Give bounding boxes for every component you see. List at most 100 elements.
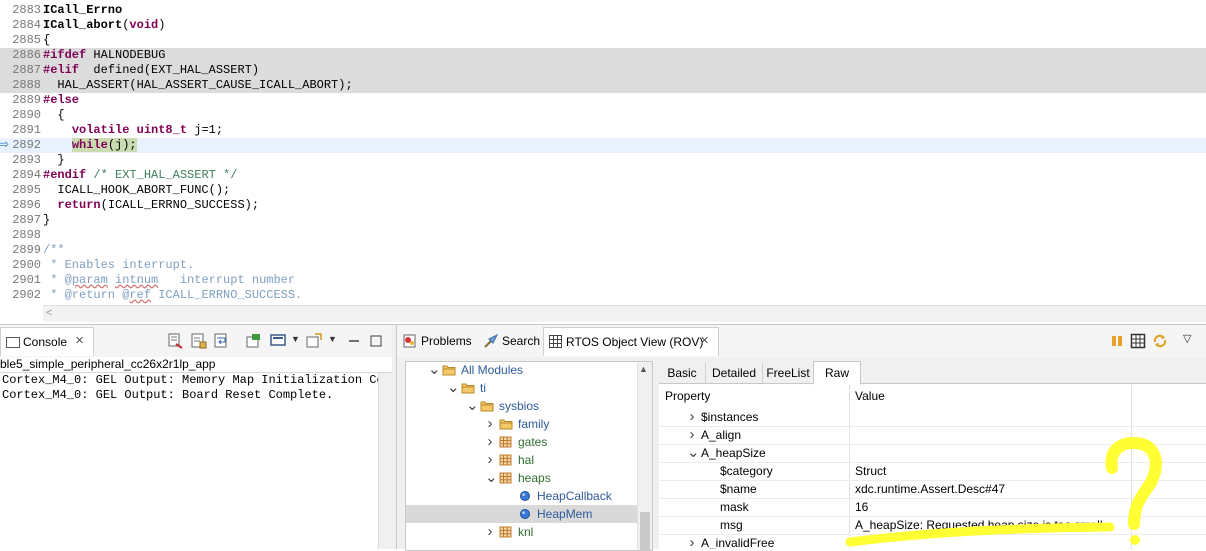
properties-table[interactable]: Property Value › $instances › A_align ⌄ A_hea… [659, 385, 1206, 549]
pause-refresh-icon[interactable] [1109, 333, 1125, 349]
clear-console-icon[interactable] [168, 333, 184, 349]
code-line[interactable]: 2901 * @param intnum interrupt number [0, 273, 1206, 288]
console-output[interactable]: Cortex_M4_0: GEL Output: Memory Map Init… [0, 373, 378, 549]
property-row[interactable]: › A_align [659, 426, 1206, 445]
code-token: uint8_t [136, 123, 188, 137]
tree-item[interactable]: ⌄ sysbios [406, 397, 638, 415]
tab-basic[interactable]: Basic [659, 363, 706, 383]
tree-item[interactable]: › knl [406, 523, 638, 541]
code-line[interactable]: 2889 #else [0, 93, 1206, 108]
code-text: #ifdef HALNODEBUG [43, 48, 165, 63]
rov-table-icon[interactable] [1130, 333, 1146, 349]
view-menu-icon[interactable]: ▽ [1183, 332, 1191, 345]
chevron-right-icon[interactable]: › [687, 426, 697, 444]
minimize-icon[interactable] [346, 333, 362, 349]
property-row[interactable]: $category Struct [659, 462, 1206, 481]
close-icon[interactable]: ✕ [700, 334, 709, 347]
code-token: { [43, 108, 65, 122]
code-line[interactable]: 2894 #endif /* EXT_HAL_ASSERT */ [0, 168, 1206, 183]
property-row[interactable]: › A_invalidFree [659, 534, 1206, 549]
code-line[interactable]: 2896 return(ICALL_ERRNO_SUCCESS); [0, 198, 1206, 213]
pin-console-icon[interactable] [246, 333, 262, 349]
chevron-down-icon[interactable]: ⌄ [687, 444, 700, 462]
property-value: Struct [855, 464, 887, 478]
chevron-down-icon[interactable]: ⌄ [428, 362, 441, 379]
console-vertical-scrollbar[interactable] [378, 373, 393, 549]
code-line[interactable]: 2891 volatile uint8_t j=1; [0, 123, 1206, 138]
refresh-icon[interactable] [1152, 333, 1168, 349]
code-token: HAL_ASSERT(HAL_ASSERT_CAUSE_ICALL_ABORT)… [43, 78, 353, 92]
chevron-down-icon[interactable]: ⌄ [485, 469, 498, 487]
tab-detailed[interactable]: Detailed [706, 363, 763, 383]
chevron-right-icon[interactable]: › [687, 408, 697, 426]
tree-scroll-thumb[interactable] [640, 512, 650, 550]
chevron-right-icon[interactable]: › [687, 534, 697, 549]
module-tree[interactable]: ⌄ All Modules ⌄ ti ⌄ sysbios › family › gates › hal… [405, 361, 653, 551]
chevron-right-icon[interactable]: › [485, 451, 495, 469]
chevron-right-icon[interactable]: › [485, 433, 495, 451]
chevron-down-icon[interactable]: ⌄ [447, 379, 460, 397]
tree-item[interactable]: HeapMem [406, 505, 638, 523]
property-row[interactable]: › $instances [659, 408, 1206, 427]
property-row[interactable]: msg A_heapSize: Requested heap size is to… [659, 516, 1206, 535]
code-line[interactable]: 2886 #ifdef HALNODEBUG [0, 48, 1206, 63]
code-line[interactable]: 2892 while(j); [0, 138, 1206, 153]
tree-item[interactable]: › gates [406, 433, 638, 451]
code-line[interactable]: 2897} [0, 213, 1206, 228]
code-token: ) [158, 18, 166, 32]
open-console-icon[interactable] [306, 333, 322, 349]
code-line[interactable]: 2898 [0, 228, 1206, 243]
word-wrap-icon[interactable] [214, 333, 230, 349]
code-editor[interactable]: 2883 ICall_Errno 2884 ICall_abort(void) 2885… [0, 0, 1206, 322]
scroll-left-icon[interactable]: < [46, 307, 52, 319]
tree-item[interactable]: HeapCallback [406, 487, 638, 505]
code-line[interactable]: 2893 } [0, 153, 1206, 168]
display-selected-console-icon[interactable] [270, 333, 286, 349]
tree-item[interactable]: ⌄ ti [406, 379, 638, 397]
chevron-right-icon[interactable]: › [485, 523, 495, 541]
code-line[interactable]: 2888 HAL_ASSERT(HAL_ASSERT_CAUSE_ICALL_A… [0, 78, 1206, 93]
code-line[interactable]: 2885{ [0, 33, 1206, 48]
editor-horizontal-scrollbar[interactable]: < [43, 305, 1206, 322]
tab-rov-label: RTOS Object View (ROV) [566, 335, 704, 349]
maximize-icon[interactable] [368, 333, 384, 349]
close-icon[interactable]: ✕ [75, 334, 84, 347]
tab-console[interactable]: Console ✕ [0, 327, 94, 356]
code-text: * @param intnum interrupt number [43, 273, 295, 288]
scroll-up-icon[interactable]: ▲ [639, 364, 648, 374]
code-text: { [43, 33, 50, 48]
code-line[interactable]: 2895 ICALL_HOOK_ABORT_FUNC(); [0, 183, 1206, 198]
tree-item-label: HeapMem [537, 507, 593, 521]
tree-item[interactable]: ⌄ heaps [406, 469, 638, 487]
code-line[interactable]: 2899/** [0, 243, 1206, 258]
code-line[interactable]: 2900 * Enables interrupt. [0, 258, 1206, 273]
tree-item[interactable]: › family [406, 415, 638, 433]
code-text: while(j); [43, 138, 137, 153]
column-header-value[interactable]: Value [855, 385, 885, 407]
tab-search[interactable]: Search [481, 327, 541, 355]
tab-freelist[interactable]: FreeList [763, 363, 814, 383]
tree-vertical-scrollbar[interactable]: ▲ [637, 362, 652, 550]
tab-problems[interactable]: Problems [399, 327, 479, 355]
property-row[interactable]: ⌄ A_heapSize [659, 444, 1206, 463]
line-number: 2897 [12, 213, 41, 227]
scroll-lock-icon[interactable] [191, 333, 207, 349]
code-line[interactable]: 2887 #elif defined(EXT_HAL_ASSERT) [0, 63, 1206, 78]
code-line[interactable]: 2883 ICall_Errno [0, 3, 1206, 18]
code-line[interactable]: 2902 * @return @ref ICALL_ERRNO_SUCCESS. [0, 288, 1206, 303]
open-console-dropdown-icon[interactable]: ▼ [328, 334, 337, 344]
property-row[interactable]: $name xdc.runtime.Assert.Desc#47 [659, 480, 1206, 499]
property-row[interactable]: mask 16 [659, 498, 1206, 517]
tab-rov[interactable]: RTOS Object View (ROV) ✕ [543, 327, 719, 356]
tab-raw[interactable]: Raw [813, 361, 861, 385]
search-icon [484, 333, 499, 348]
code-line[interactable]: 2890 { [0, 108, 1206, 123]
tree-item[interactable]: ⌄ All Modules [406, 362, 638, 379]
chevron-down-icon[interactable]: ⌄ [466, 397, 479, 415]
tree-item[interactable]: › hal [406, 451, 638, 469]
chevron-right-icon[interactable]: › [485, 415, 495, 433]
display-console-dropdown-icon[interactable]: ▼ [291, 334, 300, 344]
code-line[interactable]: 2884 ICall_abort(void) [0, 18, 1206, 33]
column-header-property[interactable]: Property [665, 385, 710, 407]
